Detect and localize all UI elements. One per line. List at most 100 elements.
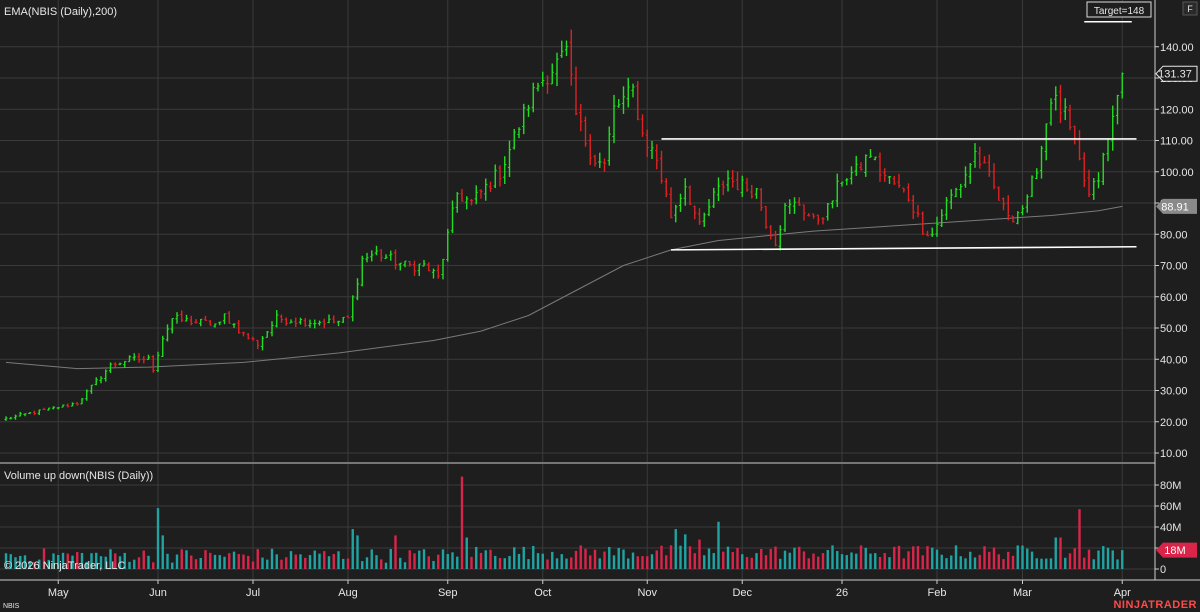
volume-bar [137,557,141,569]
price-tick-label: 30.00 [1160,386,1188,398]
volume-bar [997,554,1000,569]
volume-bar [289,551,293,569]
volume-bar [413,553,416,569]
volume-bar [403,562,407,569]
volume-bar [959,556,962,569]
volume-bar [418,550,421,569]
volume-bar [617,547,620,569]
volume-bar [726,546,730,569]
volume-bar [275,554,278,569]
volume-bar [579,545,582,569]
volume-bar [992,547,996,569]
volume-bar [460,476,464,569]
volume-bar [555,558,559,569]
volume-bar [712,553,715,569]
volume-bar [513,547,516,569]
symbol-label: NBIS [3,603,20,610]
f-button-label[interactable]: F [1187,4,1193,14]
volume-bar [1011,555,1015,569]
volume-bar [308,555,312,569]
volume-bar [836,551,839,569]
volume-bar [764,555,768,569]
volume-bar [950,555,953,569]
volume-bar [883,553,886,569]
volume-bar [693,553,696,569]
volume-bar [1073,548,1076,569]
volume-bar [408,550,411,569]
volume-bar [916,546,920,569]
volume-bar [612,555,616,569]
volume-bar [190,555,193,569]
volume-bar [479,552,483,569]
volume-bar [304,557,307,569]
volume-bar [384,562,388,569]
time-tick-label: 26 [836,587,848,599]
volume-bar [375,555,378,569]
volume-bar [380,559,383,569]
volume-bar [536,553,540,569]
volume-bar [945,558,948,569]
volume-bar [793,547,796,569]
price-panel-title: EMA(NBIS (Daily),200) [4,6,117,18]
time-tick-label: Jun [149,587,167,599]
volume-bar [845,555,848,569]
volume-bar [456,556,459,569]
volume-bar [821,553,825,569]
volume-bar [593,549,597,569]
volume-bar [218,555,221,569]
volume-bar [1059,537,1062,569]
volume-bar [365,557,369,569]
volume-bar [432,561,435,569]
volume-bar [964,558,967,569]
time-tick-label: May [48,587,69,599]
volume-bar [541,553,544,569]
volume-bar [1064,557,1067,569]
volume-bar [266,559,269,569]
volume-bar [1026,548,1029,569]
volume-bar [660,545,663,569]
volume-bar [1049,558,1053,569]
volume-bar [522,546,525,569]
volume-bar [893,546,896,569]
volume-bar [864,547,867,569]
target-label: Target=148 [1094,6,1145,17]
volume-bar [598,558,601,569]
volume-bar [237,554,240,569]
volume-tick-label: 0 [1160,564,1166,576]
volume-bar [199,557,202,569]
volume-bar [194,559,198,569]
volume-bar [589,555,592,569]
volume-bar [570,557,573,569]
time-tick-label: Aug [338,587,358,599]
volume-bar [1087,549,1091,569]
volume-bar [973,557,977,569]
volume-bar [332,554,335,569]
ema-value-label: 88.91 [1161,201,1189,213]
volume-bar [722,551,725,569]
volume-bar [679,545,682,569]
last-price-label: 131.37 [1158,69,1192,81]
volume-bar [465,537,468,569]
volume-bar [351,529,354,569]
volume-bar [888,557,891,569]
volume-bar [446,554,449,569]
volume-bar [342,558,345,569]
volume-bar [247,555,250,569]
volume-bar [926,546,929,569]
volume-bar [878,556,882,569]
volume-bar [665,555,668,569]
price-tick-label: 120.00 [1160,104,1194,116]
volume-bar [1097,550,1100,569]
volume-bar [422,549,426,569]
volume-bar [631,552,635,569]
last-volume-label: 18M [1164,545,1185,557]
volume-bar [318,553,321,569]
volume-bar [798,546,801,569]
volume-bar [783,550,787,569]
volume-tick-label: 60M [1160,501,1181,513]
volume-bar [954,545,958,569]
volume-bar [171,562,174,569]
volume-bar [736,548,739,569]
f-button[interactable]: F [1182,1,1198,16]
volume-bar [741,554,744,569]
